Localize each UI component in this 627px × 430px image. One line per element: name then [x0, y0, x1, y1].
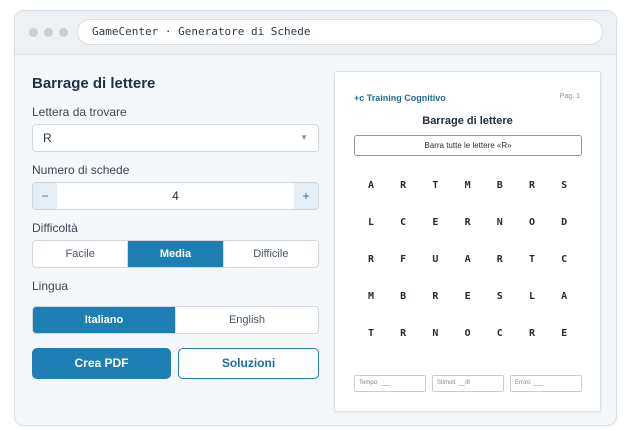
grid-letter: T	[432, 180, 439, 191]
count-label: Numero di schede	[32, 163, 130, 177]
difficulty-label: Difficoltà	[32, 221, 78, 235]
grid-letter: M	[367, 291, 375, 302]
grid-letter: R	[528, 180, 536, 191]
increment-button[interactable]: +	[294, 183, 318, 209]
grid-letter: M	[464, 180, 471, 191]
address-bar[interactable]: GameCenter · Generatore di Schede	[77, 19, 603, 45]
grid-letter: L	[528, 291, 536, 302]
grid-letter: T	[528, 254, 536, 265]
grid-letter: S	[561, 180, 568, 191]
language-selector: Italiano English	[32, 306, 319, 334]
window-dot-maximize[interactable]	[59, 28, 68, 37]
time-field: Tempo: ___	[354, 375, 426, 392]
grid-letter: N	[432, 328, 439, 339]
grid-letter: T	[367, 328, 375, 339]
grid-letter: L	[367, 217, 375, 228]
solutions-button[interactable]: Soluzioni	[178, 348, 319, 379]
grid-letter: O	[528, 217, 536, 228]
difficulty-selector: Facile Media Difficile	[32, 240, 319, 268]
grid-row: TRNOCRE	[354, 328, 582, 344]
errors-field: Errori: ___	[510, 375, 582, 392]
grid-letter: C	[400, 217, 407, 228]
page-number: Pag. 1	[559, 93, 580, 100]
language-label: Lingua	[32, 279, 69, 293]
count-stepper: − 4 +	[32, 182, 319, 210]
grid-letter: U	[432, 254, 439, 265]
grid-letter: A	[464, 254, 471, 265]
worksheet-title: Barrage di lettere	[422, 115, 513, 127]
grid-letter: A	[561, 291, 568, 302]
language-option-english[interactable]: English	[176, 307, 318, 333]
grid-letter: B	[400, 291, 407, 302]
grid-letter: R	[464, 217, 471, 228]
window-dot-close[interactable]	[29, 28, 38, 37]
grid-letter: R	[528, 328, 536, 339]
form-title: Barrage di lettere	[32, 75, 156, 92]
grid-letter: R	[367, 254, 375, 265]
difficulty-option-media[interactable]: Media	[128, 241, 224, 267]
grid-letter: R	[400, 180, 407, 191]
grid-letter: S	[496, 291, 503, 302]
letter-select[interactable]: R ▼	[32, 124, 319, 152]
difficulty-option-difficile[interactable]: Difficile	[224, 241, 318, 267]
decrement-button[interactable]: −	[33, 183, 57, 209]
grid-row: ARTMBRS	[354, 180, 582, 196]
grid-letter: A	[367, 180, 375, 191]
brand-label: +c Training Cognitivo	[354, 93, 446, 103]
letter-select-value: R	[43, 131, 52, 145]
count-value[interactable]: 4	[57, 183, 294, 209]
chevron-down-icon: ▼	[300, 133, 308, 142]
create-pdf-button[interactable]: Crea PDF	[32, 348, 171, 379]
grid-letter: D	[561, 217, 568, 228]
worksheet-instruction: Barra tutte le lettere «R»	[354, 135, 582, 156]
grid-letter: C	[496, 328, 503, 339]
language-option-italiano[interactable]: Italiano	[33, 307, 176, 333]
grid-letter: B	[496, 180, 503, 191]
title-bar: GameCenter · Generatore di Schede	[15, 11, 616, 55]
grid-row: RFUARTC	[354, 254, 582, 270]
grid-letter: E	[464, 291, 471, 302]
grid-row: LCERNOD	[354, 217, 582, 233]
grid-letter: O	[464, 328, 471, 339]
grid-letter: C	[561, 254, 568, 265]
grid-letter: R	[496, 254, 503, 265]
grid-row: MBRESLA	[354, 291, 582, 307]
grid-letter: N	[496, 217, 503, 228]
worksheet-preview: +c Training Cognitivo Pag. 1 Barrage di …	[334, 71, 601, 412]
letter-label: Lettera da trovare	[32, 105, 127, 119]
grid-letter: R	[400, 328, 407, 339]
grid-letter: R	[432, 291, 439, 302]
grid-letter: E	[561, 328, 568, 339]
window-dot-minimize[interactable]	[44, 28, 53, 37]
difficulty-option-facile[interactable]: Facile	[33, 241, 129, 267]
grid-letter: F	[400, 254, 407, 265]
grid-letter: E	[432, 217, 439, 228]
app-window: GameCenter · Generatore di Schede Barrag…	[14, 10, 617, 426]
stimuli-field: Stimoli: __/8	[432, 375, 504, 392]
